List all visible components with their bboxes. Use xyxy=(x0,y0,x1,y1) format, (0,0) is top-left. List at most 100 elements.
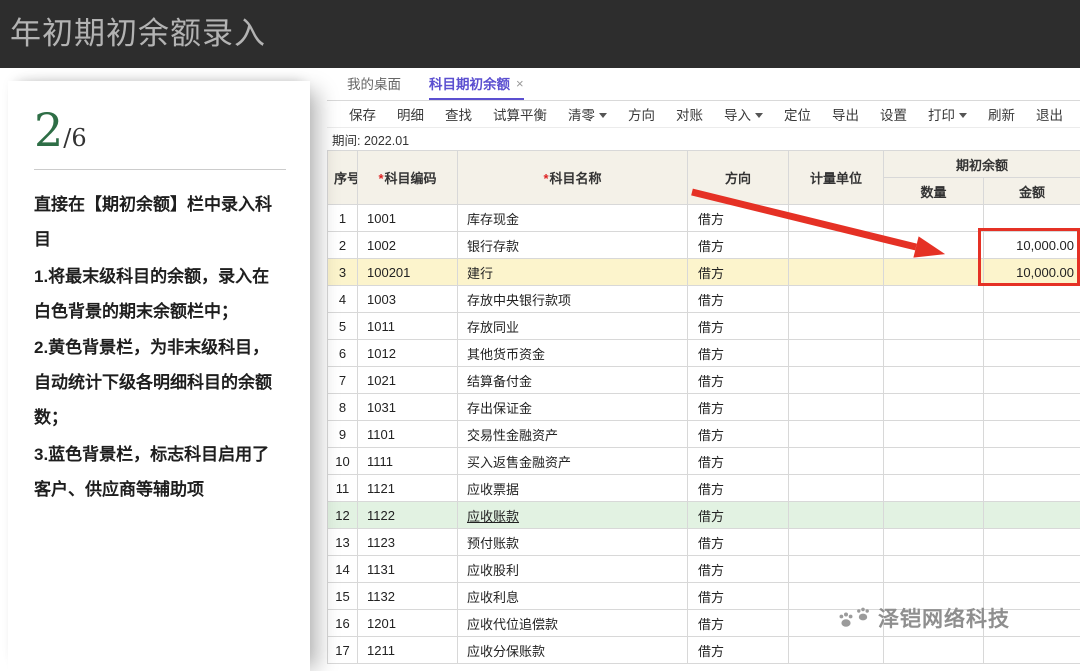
quantity-cell[interactable] xyxy=(884,259,984,286)
account-code-cell[interactable]: 1122 xyxy=(358,502,458,529)
direction-cell[interactable]: 借方 xyxy=(688,259,789,286)
direction-cell[interactable]: 借方 xyxy=(688,313,789,340)
toolbar-button-清零[interactable]: 清零 xyxy=(568,104,607,124)
account-name-cell[interactable]: 交易性金融资产 xyxy=(458,421,688,448)
quantity-cell[interactable] xyxy=(884,313,984,340)
direction-cell[interactable]: 借方 xyxy=(688,421,789,448)
account-name-cell[interactable]: 其他货币资金 xyxy=(458,340,688,367)
direction-cell[interactable]: 借方 xyxy=(688,394,789,421)
account-name-cell[interactable]: 应收利息 xyxy=(458,583,688,610)
account-code-cell[interactable]: 1131 xyxy=(358,556,458,583)
toolbar-button-定位[interactable]: 定位 xyxy=(784,104,811,124)
account-code-cell[interactable]: 1101 xyxy=(358,421,458,448)
unit-cell[interactable] xyxy=(789,232,884,259)
quantity-cell[interactable] xyxy=(884,529,984,556)
toolbar-button-设置[interactable]: 设置 xyxy=(880,104,907,124)
account-code-cell[interactable]: 1123 xyxy=(358,529,458,556)
quantity-cell[interactable] xyxy=(884,502,984,529)
account-code-cell[interactable]: 1021 xyxy=(358,367,458,394)
amount-cell[interactable] xyxy=(984,286,1080,313)
amount-cell[interactable]: 10,000.00 xyxy=(984,259,1080,286)
amount-cell[interactable] xyxy=(984,502,1080,529)
account-code-cell[interactable]: 1121 xyxy=(358,475,458,502)
account-name-cell[interactable]: 买入返售金融资产 xyxy=(458,448,688,475)
direction-cell[interactable]: 借方 xyxy=(688,529,789,556)
account-name-cell[interactable]: 应收分保账款 xyxy=(458,637,688,664)
account-name-cell[interactable]: 存放同业 xyxy=(458,313,688,340)
amount-cell[interactable] xyxy=(984,529,1080,556)
unit-cell[interactable] xyxy=(789,502,884,529)
unit-cell[interactable] xyxy=(789,394,884,421)
account-code-cell[interactable]: 1003 xyxy=(358,286,458,313)
amount-cell[interactable] xyxy=(984,421,1080,448)
account-code-cell[interactable]: 1201 xyxy=(358,610,458,637)
quantity-cell[interactable] xyxy=(884,610,984,637)
amount-cell[interactable] xyxy=(984,205,1080,232)
quantity-cell[interactable] xyxy=(884,286,984,313)
toolbar-button-导入[interactable]: 导入 xyxy=(724,104,763,124)
unit-cell[interactable] xyxy=(789,637,884,664)
account-code-cell[interactable]: 100201 xyxy=(358,259,458,286)
account-name-cell[interactable]: 结算备付金 xyxy=(458,367,688,394)
account-name-cell[interactable]: 库存现金 xyxy=(458,205,688,232)
direction-cell[interactable]: 借方 xyxy=(688,340,789,367)
tab-我的桌面[interactable]: 我的桌面 xyxy=(347,73,401,100)
account-name-cell[interactable]: 建行 xyxy=(458,259,688,286)
direction-cell[interactable]: 借方 xyxy=(688,286,789,313)
toolbar-button-查找[interactable]: 查找 xyxy=(445,104,472,124)
account-code-cell[interactable]: 1012 xyxy=(358,340,458,367)
quantity-cell[interactable] xyxy=(884,340,984,367)
unit-cell[interactable] xyxy=(789,313,884,340)
toolbar-button-试算平衡[interactable]: 试算平衡 xyxy=(493,104,547,124)
amount-cell[interactable] xyxy=(984,583,1080,610)
direction-cell[interactable]: 借方 xyxy=(688,583,789,610)
account-name-cell[interactable]: 应收票据 xyxy=(458,475,688,502)
unit-cell[interactable] xyxy=(789,367,884,394)
quantity-cell[interactable] xyxy=(884,583,984,610)
amount-cell[interactable] xyxy=(984,475,1080,502)
account-code-cell[interactable]: 1031 xyxy=(358,394,458,421)
direction-cell[interactable]: 借方 xyxy=(688,556,789,583)
account-code-cell[interactable]: 1011 xyxy=(358,313,458,340)
account-name-cell[interactable]: 存出保证金 xyxy=(458,394,688,421)
direction-cell[interactable]: 借方 xyxy=(688,475,789,502)
tab-close-icon[interactable]: × xyxy=(516,76,524,91)
unit-cell[interactable] xyxy=(789,475,884,502)
quantity-cell[interactable] xyxy=(884,205,984,232)
direction-cell[interactable]: 借方 xyxy=(688,502,789,529)
unit-cell[interactable] xyxy=(789,205,884,232)
account-name-cell[interactable]: 应收账款 xyxy=(458,502,688,529)
amount-cell[interactable] xyxy=(984,637,1080,664)
quantity-cell[interactable] xyxy=(884,421,984,448)
direction-cell[interactable]: 借方 xyxy=(688,637,789,664)
quantity-cell[interactable] xyxy=(884,448,984,475)
account-name-cell[interactable]: 存放中央银行款项 xyxy=(458,286,688,313)
toolbar-button-方向[interactable]: 方向 xyxy=(628,104,655,124)
unit-cell[interactable] xyxy=(789,421,884,448)
toolbar-button-打印[interactable]: 打印 xyxy=(928,104,967,124)
account-name-cell[interactable]: 应收代位追偿款 xyxy=(458,610,688,637)
direction-cell[interactable]: 借方 xyxy=(688,610,789,637)
amount-cell[interactable] xyxy=(984,313,1080,340)
unit-cell[interactable] xyxy=(789,556,884,583)
quantity-cell[interactable] xyxy=(884,367,984,394)
account-name-cell[interactable]: 预付账款 xyxy=(458,529,688,556)
account-code-cell[interactable]: 1001 xyxy=(358,205,458,232)
amount-cell[interactable] xyxy=(984,610,1080,637)
toolbar-button-明细[interactable]: 明细 xyxy=(397,104,424,124)
quantity-cell[interactable] xyxy=(884,394,984,421)
toolbar-button-对账[interactable]: 对账 xyxy=(676,104,703,124)
unit-cell[interactable] xyxy=(789,529,884,556)
direction-cell[interactable]: 借方 xyxy=(688,448,789,475)
account-code-cell[interactable]: 1111 xyxy=(358,448,458,475)
amount-cell[interactable]: 10,000.00 xyxy=(984,232,1080,259)
quantity-cell[interactable] xyxy=(884,475,984,502)
direction-cell[interactable]: 借方 xyxy=(688,205,789,232)
toolbar-button-刷新[interactable]: 刷新 xyxy=(988,104,1015,124)
amount-cell[interactable] xyxy=(984,448,1080,475)
toolbar-button-保存[interactable]: 保存 xyxy=(349,104,376,124)
amount-cell[interactable] xyxy=(984,556,1080,583)
amount-cell[interactable] xyxy=(984,340,1080,367)
amount-cell[interactable] xyxy=(984,367,1080,394)
toolbar-button-导出[interactable]: 导出 xyxy=(832,104,859,124)
